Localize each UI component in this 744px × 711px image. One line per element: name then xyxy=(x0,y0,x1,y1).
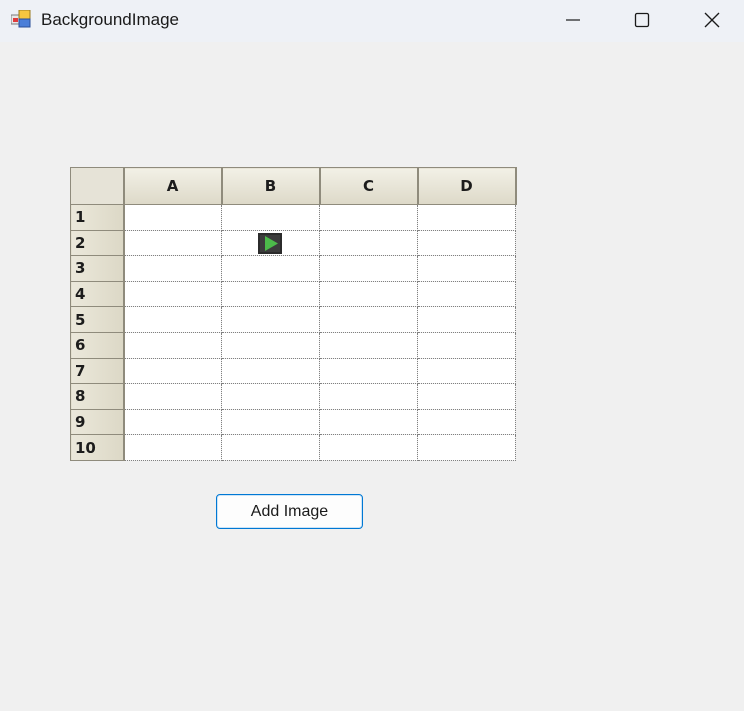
column-header-row: A B C D xyxy=(70,167,517,205)
grid-row: 4 xyxy=(70,280,516,308)
cell-c1[interactable] xyxy=(319,204,418,231)
cell-d7[interactable] xyxy=(417,357,516,385)
grid-row: 3 xyxy=(70,255,516,282)
cell-c10[interactable] xyxy=(319,434,418,461)
cell-c8[interactable] xyxy=(319,383,418,410)
grid-row: 10 xyxy=(70,434,516,461)
grid-row: 1 xyxy=(70,204,516,231)
cell-d10[interactable] xyxy=(417,434,516,461)
column-header-b[interactable]: B xyxy=(221,167,321,205)
cell-c9[interactable] xyxy=(319,408,418,436)
grid-row: 5 xyxy=(70,306,516,333)
cell-b9[interactable] xyxy=(221,408,320,436)
spreadsheet-grid[interactable]: A B C D 1 2 3 4 5 6 7 8 9 10 xyxy=(70,167,517,461)
cell-a2[interactable] xyxy=(123,229,222,257)
row-header-2[interactable]: 2 xyxy=(70,229,125,257)
cell-c4[interactable] xyxy=(319,280,418,308)
cell-b3[interactable] xyxy=(221,255,320,282)
row-header-6[interactable]: 6 xyxy=(70,331,125,359)
cell-a9[interactable] xyxy=(123,408,222,436)
cell-b1[interactable] xyxy=(221,204,320,231)
cell-d1[interactable] xyxy=(417,204,516,231)
minimize-button[interactable] xyxy=(538,0,608,40)
row-header-9[interactable]: 9 xyxy=(70,408,125,436)
cell-b6[interactable] xyxy=(221,331,320,359)
row-header-1[interactable]: 1 xyxy=(70,204,125,231)
row-header-7[interactable]: 7 xyxy=(70,357,125,385)
column-header-c[interactable]: C xyxy=(319,167,419,205)
row-header-4[interactable]: 4 xyxy=(70,280,125,308)
cell-b7[interactable] xyxy=(221,357,320,385)
add-image-button[interactable]: Add Image xyxy=(216,494,363,529)
window-title: BackgroundImage xyxy=(41,10,179,29)
title-bar: BackgroundImage xyxy=(0,0,744,42)
row-header-5[interactable]: 5 xyxy=(70,306,125,333)
row-header-3[interactable]: 3 xyxy=(70,255,125,282)
close-icon xyxy=(704,12,720,28)
cell-d5[interactable] xyxy=(417,306,516,333)
cell-a3[interactable] xyxy=(123,255,222,282)
column-header-a[interactable]: A xyxy=(123,167,223,205)
cell-d8[interactable] xyxy=(417,383,516,410)
minimize-icon xyxy=(566,19,580,21)
grid-row: 8 xyxy=(70,383,516,410)
grid-row: 2 xyxy=(70,229,516,257)
maximize-icon xyxy=(634,12,650,28)
app-icon xyxy=(11,10,31,28)
cell-d3[interactable] xyxy=(417,255,516,282)
cell-c7[interactable] xyxy=(319,357,418,385)
cell-a8[interactable] xyxy=(123,383,222,410)
play-icon xyxy=(258,232,282,254)
row-header-10[interactable]: 10 xyxy=(70,434,125,461)
cell-d4[interactable] xyxy=(417,280,516,308)
cell-d9[interactable] xyxy=(417,408,516,436)
cell-c3[interactable] xyxy=(319,255,418,282)
cell-b2[interactable] xyxy=(221,229,320,257)
cell-a1[interactable] xyxy=(123,204,222,231)
cell-b4[interactable] xyxy=(221,280,320,308)
cell-b5[interactable] xyxy=(221,306,320,333)
cell-a5[interactable] xyxy=(123,306,222,333)
cell-a6[interactable] xyxy=(123,331,222,359)
grid-row: 7 xyxy=(70,357,516,385)
cell-b10[interactable] xyxy=(221,434,320,461)
grid-row: 9 xyxy=(70,408,516,436)
cell-c5[interactable] xyxy=(319,306,418,333)
column-header-d[interactable]: D xyxy=(417,167,517,205)
cell-d6[interactable] xyxy=(417,331,516,359)
cell-d2[interactable] xyxy=(417,229,516,257)
row-header-8[interactable]: 8 xyxy=(70,383,125,410)
close-button[interactable] xyxy=(677,0,744,40)
cell-c2[interactable] xyxy=(319,229,418,257)
maximize-button[interactable] xyxy=(607,0,677,40)
cell-b8[interactable] xyxy=(221,383,320,410)
cell-a4[interactable] xyxy=(123,280,222,308)
grid-row: 6 xyxy=(70,331,516,359)
grid-corner-cell[interactable] xyxy=(70,167,125,205)
cell-c6[interactable] xyxy=(319,331,418,359)
cell-a10[interactable] xyxy=(123,434,222,461)
cell-a7[interactable] xyxy=(123,357,222,385)
